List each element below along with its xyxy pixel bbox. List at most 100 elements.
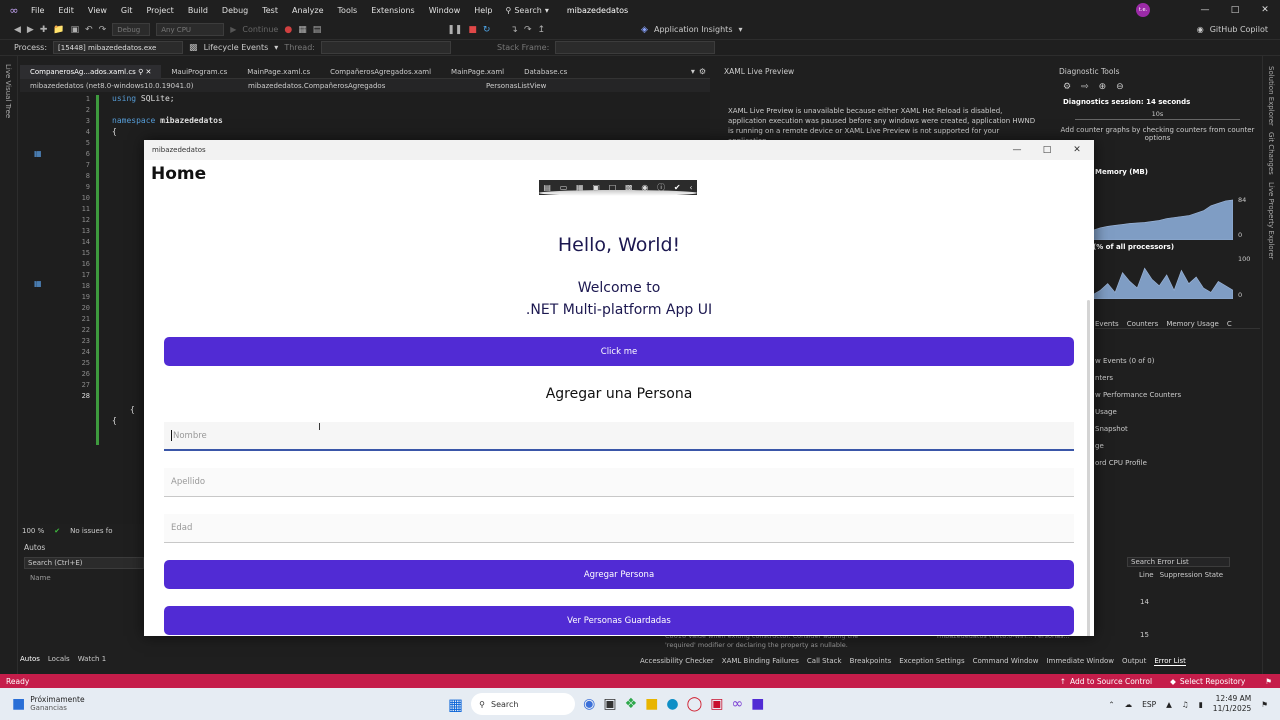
maui-app-icon[interactable]: ■ <box>751 696 764 712</box>
code-line-3[interactable]: namespace mibazededatos <box>112 116 223 125</box>
notifications-icon[interactable]: ⚑ <box>1265 677 1272 686</box>
hot-reload-icon[interactable]: ● <box>284 25 292 35</box>
export-icon[interactable]: ⇨ <box>1081 82 1089 92</box>
search-box[interactable]: ⚲ Search ▾ <box>505 6 548 15</box>
tab-locals[interactable]: Locals <box>48 655 70 667</box>
close-icon[interactable]: ✕ <box>145 68 151 76</box>
error-line-2[interactable]: 15 <box>1140 631 1149 639</box>
select-repository[interactable]: Select Repository <box>1180 677 1245 686</box>
suppression-column[interactable]: Suppression State <box>1160 571 1224 579</box>
step-into-icon[interactable]: ↴ <box>510 25 518 35</box>
diagnostics-row[interactable]: nters <box>1095 370 1181 387</box>
process-dropdown[interactable]: [15448] mibazededatos.exe <box>53 41 184 54</box>
menu-project[interactable]: Project <box>139 6 180 15</box>
windows-start-icon[interactable]: ▦ <box>448 695 463 714</box>
restart-icon[interactable]: ↻ <box>483 25 491 35</box>
issues-text[interactable]: No issues fo <box>70 527 112 535</box>
edad-field[interactable]: Edad <box>164 514 1074 543</box>
pause-icon[interactable]: ❚❚ <box>447 25 462 35</box>
avatar[interactable]: t.e. <box>1136 3 1150 17</box>
copilot-icon[interactable]: ◉ <box>1197 25 1204 34</box>
layout-icon[interactable]: ▤ <box>313 25 322 35</box>
click-me-button[interactable]: Click me <box>164 337 1074 366</box>
zoom-level[interactable]: 100 % <box>22 527 44 535</box>
class-dropdown[interactable]: mibazededatos.CompañerosAgregados <box>248 82 478 90</box>
edge-icon[interactable]: ● <box>666 696 678 712</box>
notification-bell-icon[interactable]: ⚑ <box>1261 700 1268 709</box>
chevron-up-icon[interactable]: ⌃ <box>1108 700 1114 709</box>
minimize-button[interactable]: — <box>1190 5 1220 15</box>
menu-extensions[interactable]: Extensions <box>364 6 421 15</box>
volume-icon[interactable]: ♫ <box>1182 700 1189 709</box>
error-line-1[interactable]: 14 <box>1140 598 1149 606</box>
code-line-4[interactable]: { <box>112 127 117 136</box>
continue-icon[interactable]: ▶ <box>230 25 236 34</box>
ver-personas-button[interactable]: Ver Personas Guardadas <box>164 606 1074 635</box>
language-indicator[interactable]: ESP <box>1142 700 1156 709</box>
tab-mainpage-cs[interactable]: MainPage.xaml.cs <box>237 65 320 79</box>
member-dropdown[interactable]: PersonasListView <box>486 82 546 90</box>
stop-icon[interactable]: ■ <box>468 25 477 35</box>
menu-view[interactable]: View <box>81 6 114 15</box>
menu-help[interactable]: Help <box>467 6 499 15</box>
opera-icon[interactable]: ◯ <box>687 696 703 712</box>
menu-tools[interactable]: Tools <box>331 6 365 15</box>
live-property-explorer-tab[interactable]: Live Property Explorer <box>1267 182 1275 260</box>
tool-tab-breakpoints[interactable]: Breakpoints <box>850 657 892 665</box>
red-app-icon[interactable]: ▣ <box>710 696 723 712</box>
menu-edit[interactable]: Edit <box>51 6 81 15</box>
step-over-icon[interactable]: ↷ <box>524 25 532 35</box>
line-column[interactable]: Line <box>1139 571 1154 579</box>
bulb-icon[interactable]: ◈ <box>641 25 648 35</box>
app-minimize-button[interactable]: — <box>1002 140 1032 160</box>
forward-icon[interactable]: ▶ <box>27 25 34 35</box>
diagnostics-row[interactable]: Usage <box>1095 404 1181 421</box>
stack-frame-dropdown[interactable] <box>555 41 716 54</box>
tool-tab-exception-settings[interactable]: Exception Settings <box>899 657 964 665</box>
solution-explorer-tab[interactable]: Solution Explorer <box>1267 66 1275 126</box>
tab-memory-usage[interactable]: Memory Usage <box>1166 320 1219 328</box>
collapse-icon[interactable]: ‹ <box>689 183 692 192</box>
menu-test[interactable]: Test <box>255 6 285 15</box>
tab-database[interactable]: Database.cs <box>514 65 577 79</box>
diagnostics-row[interactable]: ge <box>1095 438 1181 455</box>
tab-autos[interactable]: Autos <box>20 655 40 667</box>
lifecycle-events-button[interactable]: Lifecycle Events <box>204 43 269 52</box>
zoom-out-icon[interactable]: ⊖ <box>1116 82 1124 92</box>
pin-icon[interactable]: ⚲ <box>138 68 143 76</box>
close-button[interactable]: ✕ <box>1250 5 1280 15</box>
app-scrollbar[interactable] <box>1087 300 1090 636</box>
maximize-button[interactable]: □ <box>1220 5 1250 15</box>
add-to-source-control[interactable]: Add to Source Control <box>1070 677 1152 686</box>
save-all-icon[interactable]: ▣ <box>71 25 80 35</box>
breakpoint-glyph-icon[interactable]: ▦ <box>34 149 42 158</box>
file-explorer-icon[interactable]: ■ <box>645 696 658 712</box>
diagnostics-row[interactable]: w Performance Counters <box>1095 387 1181 404</box>
battery-icon[interactable]: ▮ <box>1199 700 1203 709</box>
weather-widget[interactable]: ■ Próximamente Ganancias <box>12 695 132 713</box>
menu-file[interactable]: File <box>24 6 51 15</box>
copilot-button[interactable]: GitHub Copilot <box>1210 25 1268 34</box>
app-maximize-button[interactable]: □ <box>1032 140 1062 160</box>
tab-cpu[interactable]: C <box>1227 320 1232 328</box>
tool-tab-output[interactable]: Output <box>1122 657 1146 665</box>
code-line-1[interactable]: using SQLite; <box>112 94 175 103</box>
open-folder-icon[interactable]: 📁 <box>53 25 64 35</box>
browser-link-icon[interactable]: ▦ <box>298 25 307 35</box>
agregar-persona-button[interactable]: Agregar Persona <box>164 560 1074 589</box>
tab-overflow-icon[interactable]: ▾ <box>691 67 695 76</box>
visual-studio-icon[interactable]: ∞ <box>732 696 744 712</box>
menu-git[interactable]: Git <box>114 6 140 15</box>
tab-mainpage-xaml[interactable]: MainPage.xaml <box>441 65 514 79</box>
autos-search-input[interactable]: Search (Ctrl+E) <box>24 557 144 569</box>
wifi-icon[interactable]: ▲ <box>1166 700 1172 709</box>
project-dropdown[interactable]: mibazededatos (net8.0-windows10.0.19041.… <box>30 82 240 90</box>
widgets-icon[interactable]: ❖ <box>625 696 638 712</box>
tool-tab-immediate-window[interactable]: Immediate Window <box>1046 657 1114 665</box>
tab-companeros-xaml[interactable]: CompañerosAgregados.xaml <box>320 65 441 79</box>
cloud-icon[interactable]: ☁ <box>1125 700 1133 709</box>
tab-counters[interactable]: Counters <box>1127 320 1159 328</box>
step-out-icon[interactable]: ↥ <box>538 25 546 35</box>
code-line-27[interactable]: { <box>112 416 117 425</box>
breakpoint-glyph-icon[interactable]: ▦ <box>34 279 42 288</box>
